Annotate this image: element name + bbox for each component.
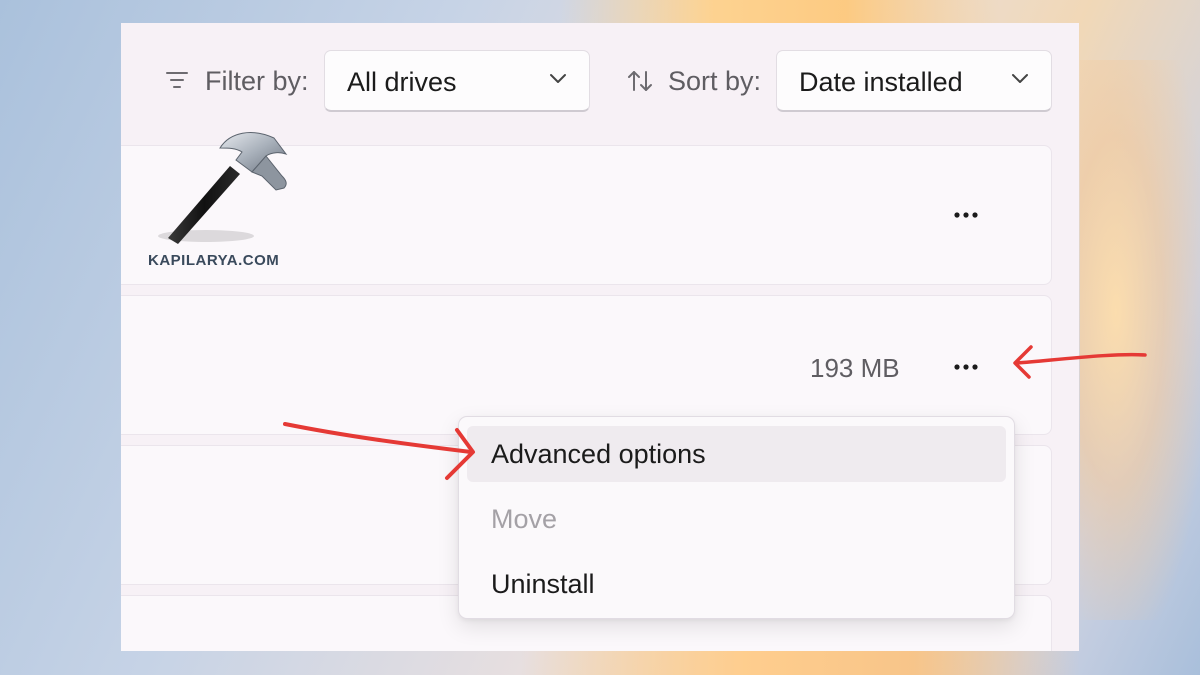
hammer-icon: [158, 132, 288, 244]
more-options-button[interactable]: [946, 352, 986, 382]
menu-item-label: Advanced options: [491, 439, 706, 469]
more-options-button[interactable]: [946, 200, 986, 230]
menu-item-label: Move: [491, 504, 558, 534]
sort-label: Sort by:: [668, 66, 762, 96]
app-size: 193 MB: [810, 353, 900, 383]
app-context-menu: Advanced options Move Uninstall: [458, 416, 1015, 619]
sort-icon: [628, 71, 652, 91]
chevron-down-icon: [1012, 74, 1028, 83]
apps-toolbar: Filter by: All drives Sort by: Date inst…: [121, 23, 1079, 143]
menu-item-uninstall[interactable]: Uninstall: [467, 556, 1006, 612]
menu-item-move: Move: [467, 491, 1006, 547]
filter-label: Filter by:: [205, 66, 309, 96]
more-horizontal-icon: [954, 212, 978, 218]
more-horizontal-icon: [954, 364, 978, 370]
menu-item-advanced-options[interactable]: Advanced options: [467, 426, 1006, 482]
watermark-text: KAPILARYA.COM: [148, 252, 280, 269]
menu-item-label: Uninstall: [491, 569, 595, 599]
sort-dropdown[interactable]: Date installed: [776, 50, 1052, 112]
filter-dropdown[interactable]: All drives: [324, 50, 590, 112]
filter-icon: [166, 72, 188, 88]
kapilarya-logo: KAPILARYA.COM: [148, 128, 308, 274]
sort-dropdown-value: Date installed: [799, 67, 963, 97]
chevron-down-icon: [550, 74, 566, 83]
wallpaper-glow-right: [1080, 60, 1200, 620]
wallpaper-glow-bottom: [520, 650, 1080, 675]
filter-dropdown-value: All drives: [347, 67, 457, 97]
app-list-item: 193 MB: [121, 295, 1052, 435]
